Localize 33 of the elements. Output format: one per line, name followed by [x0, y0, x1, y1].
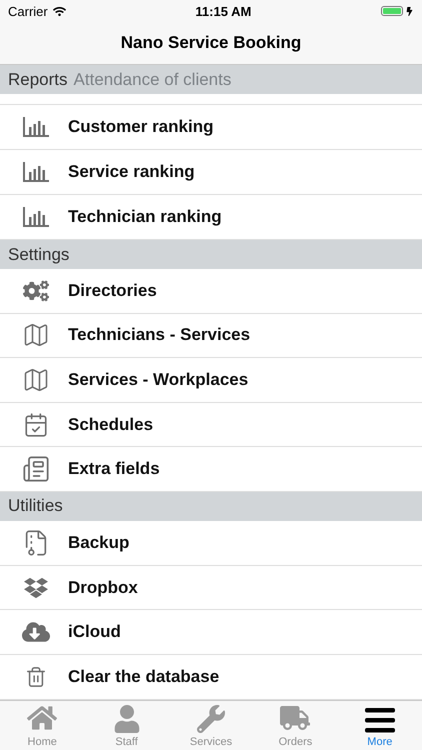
list-item-label[interactable]: Customer ranking: [68, 117, 214, 137]
wifi-icon: [52, 4, 66, 18]
gears-icon: [23, 278, 49, 304]
list-item-label[interactable]: Extra fields: [68, 459, 160, 480]
status-time: 11:15 AM: [195, 4, 252, 18]
list-item-label[interactable]: Clear the database: [68, 667, 220, 688]
person-icon: [112, 705, 141, 733]
list-item-label[interactable]: Schedules: [68, 414, 154, 435]
list-item-label[interactable]: Services - Workplaces: [68, 370, 248, 390]
carrier-label: Carrier: [8, 4, 48, 18]
list-item-label[interactable]: Technician ranking: [68, 207, 222, 227]
battery-icon: [381, 6, 403, 16]
newspaper-icon: [22, 455, 50, 484]
list-item-label[interactable]: Backup: [68, 532, 130, 553]
nav-title: Nano Service Booking: [120, 33, 302, 53]
section-header: Reports: [8, 70, 68, 90]
truck-icon: [280, 703, 310, 733]
list-item-label[interactable]: iCloud: [68, 622, 121, 642]
tab-item[interactable]: More: [338, 700, 422, 750]
list-item-label[interactable]: Technicians - Services: [68, 325, 250, 346]
calendar-check-icon: [23, 412, 49, 438]
trash-icon: [25, 666, 47, 688]
section-header: Utilities: [0, 492, 422, 521]
wrench-icon: [197, 705, 226, 733]
bar-chart-icon: [22, 161, 50, 183]
list-item-label[interactable]: Service ranking: [68, 162, 195, 182]
boxes-icon: [24, 576, 48, 600]
bar-chart-icon: [22, 116, 50, 138]
bar-chart-icon: [22, 206, 50, 228]
list-item-label[interactable]: Directories: [68, 280, 157, 301]
section-header: Settings: [0, 240, 422, 269]
menu-icon: [364, 707, 395, 733]
list-item-label[interactable]: Dropbox: [68, 578, 138, 598]
